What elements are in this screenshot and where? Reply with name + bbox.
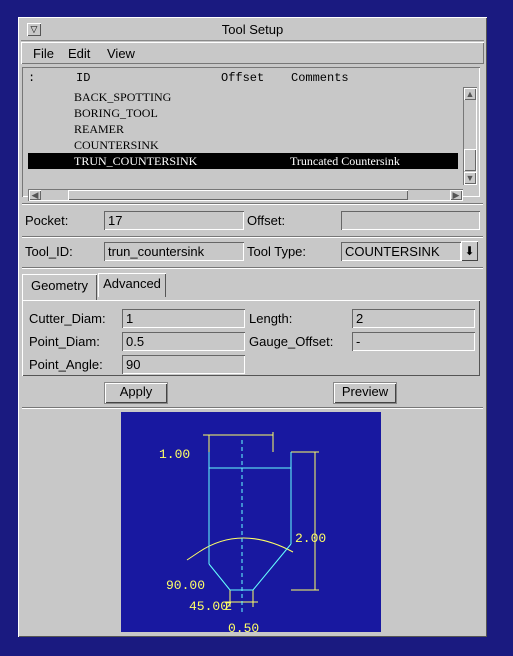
preview-button[interactable]: Preview xyxy=(334,383,396,403)
tool-tip-right xyxy=(252,543,292,591)
tab-advanced[interactable]: Advanced xyxy=(98,273,166,297)
horizontal-scrollbar[interactable]: ◀ ▶ xyxy=(28,189,463,201)
scroll-thumb-horizontal[interactable] xyxy=(68,190,408,200)
column-marker[interactable]: : xyxy=(28,71,35,85)
tab-geometry[interactable]: Geometry xyxy=(22,274,97,300)
tool-id-label: Tool_ID: xyxy=(25,244,73,259)
label-gauge-marker: Z xyxy=(225,602,232,614)
column-header-comments[interactable]: Comments xyxy=(291,71,349,85)
label-angle: 90.00 xyxy=(166,578,205,593)
column-header-id[interactable]: ID xyxy=(76,71,90,85)
tool-id-field[interactable]: trun_countersink xyxy=(104,242,244,261)
scroll-down-icon[interactable]: ▼ xyxy=(464,172,476,184)
list-item-selected[interactable]: TRUN_COUNTERSINK Truncated Countersink xyxy=(28,153,458,169)
tool-preview-canvas: 1.00 2.00 90.00 45.00 Z 0.50 xyxy=(121,412,381,632)
menu-edit[interactable]: Edit xyxy=(68,46,90,61)
cutter-diam-label: Cutter_Diam: xyxy=(29,311,106,326)
window-title: Tool Setup xyxy=(221,22,284,37)
list-item-comment: Truncated Countersink xyxy=(290,154,400,168)
tool-tip-left xyxy=(208,563,231,591)
label-diameter: 1.00 xyxy=(159,447,190,462)
offset-field[interactable] xyxy=(341,211,480,230)
length-label: Length: xyxy=(249,311,293,326)
label-half-angle: 45.00 xyxy=(189,599,228,614)
point-angle-label: Point_Angle: xyxy=(29,357,103,372)
vertical-scrollbar[interactable]: ▲ ▼ xyxy=(463,87,477,185)
dropdown-arrow-icon[interactable]: ⬇ xyxy=(461,241,478,261)
scroll-up-icon[interactable]: ▲ xyxy=(464,88,476,100)
point-diam-label: Point_Diam: xyxy=(29,334,100,349)
scroll-thumb[interactable] xyxy=(464,149,476,171)
scroll-left-icon[interactable]: ◀ xyxy=(29,190,41,200)
angle-arc xyxy=(198,537,294,553)
tool-setup-window: ▽ Tool Setup File Edit View : ID Offset … xyxy=(18,17,487,637)
menu-bar: File Edit View xyxy=(21,42,484,64)
tool-type-label: Tool Type: xyxy=(247,244,307,259)
pocket-label: Pocket: xyxy=(25,213,69,228)
list-item[interactable]: BORING_TOOL xyxy=(28,105,458,121)
point-angle-field[interactable]: 90 xyxy=(122,355,245,374)
list-item-id: COUNTERSINK xyxy=(74,138,159,152)
menu-file[interactable]: File xyxy=(33,46,54,61)
apply-button[interactable]: Apply xyxy=(105,383,167,403)
list-item[interactable]: COUNTERSINK xyxy=(28,137,458,153)
tool-type-select[interactable]: COUNTERSINK xyxy=(341,242,461,261)
geometry-panel: Cutter_Diam: 1 Length: 2 Point_Diam: 0.5… xyxy=(22,300,480,376)
divider xyxy=(22,236,483,238)
point-diam-field[interactable]: 0.5 xyxy=(122,332,245,351)
angle-arc-end xyxy=(186,551,200,561)
gauge-offset-label: Gauge_Offset: xyxy=(249,334,334,349)
list-item[interactable]: REAMER xyxy=(28,121,458,137)
tool-list-rows: BACK_SPOTTING BORING_TOOL REAMER COUNTER… xyxy=(28,89,458,185)
cutter-diam-field[interactable]: 1 xyxy=(122,309,245,328)
pocket-field[interactable]: 17 xyxy=(104,211,244,230)
divider xyxy=(22,407,483,409)
label-point-diam: 0.50 xyxy=(228,621,259,632)
list-item[interactable]: BACK_SPOTTING xyxy=(28,89,458,105)
list-item-id: BACK_SPOTTING xyxy=(74,90,172,104)
list-item-id: TRUN_COUNTERSINK xyxy=(74,154,198,168)
tool-preview-drawing: 1.00 2.00 90.00 45.00 Z 0.50 xyxy=(159,432,326,632)
length-field[interactable]: 2 xyxy=(352,309,475,328)
gauge-offset-field[interactable]: - xyxy=(352,332,475,351)
column-header-offset[interactable]: Offset xyxy=(221,71,264,85)
scroll-right-icon[interactable]: ▶ xyxy=(450,190,462,200)
divider xyxy=(22,203,483,205)
label-length: 2.00 xyxy=(295,531,326,546)
offset-label: Offset: xyxy=(247,213,286,228)
tool-list: : ID Offset Comments BACK_SPOTTING BORIN… xyxy=(22,67,480,201)
title-bar: ▽ Tool Setup xyxy=(21,20,484,41)
list-item-id: BORING_TOOL xyxy=(74,106,158,120)
divider xyxy=(22,267,483,269)
menu-view[interactable]: View xyxy=(107,46,135,61)
list-item-id: REAMER xyxy=(74,122,125,136)
